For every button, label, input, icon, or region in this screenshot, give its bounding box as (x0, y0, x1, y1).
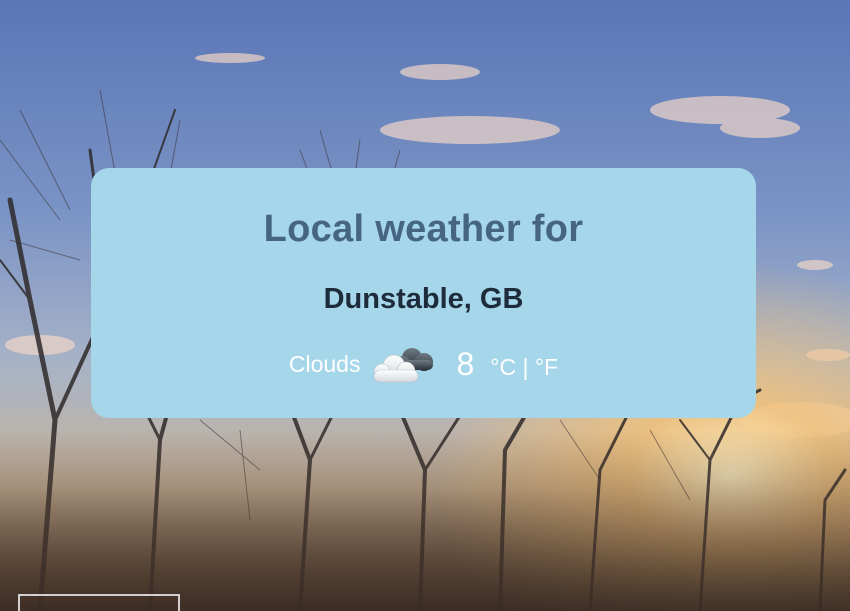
fahrenheit-link[interactable]: °F (535, 354, 558, 380)
current-conditions: Clouds 8 °C | °F (91, 340, 756, 388)
unit-separator: | (522, 353, 529, 380)
page-title: Local weather for (263, 208, 584, 250)
unit-toggle: °C | °F (490, 354, 558, 381)
celsius-link[interactable]: °C (490, 354, 516, 380)
location-name: Dunstable, GB (323, 283, 524, 315)
weather-card: Local weather for Dunstable, GB Clouds 8… (91, 168, 756, 418)
cloud-icon (368, 342, 438, 386)
goal-post (18, 594, 180, 611)
temperature-value: 8 (456, 345, 475, 382)
weather-description: Clouds (288, 350, 361, 377)
